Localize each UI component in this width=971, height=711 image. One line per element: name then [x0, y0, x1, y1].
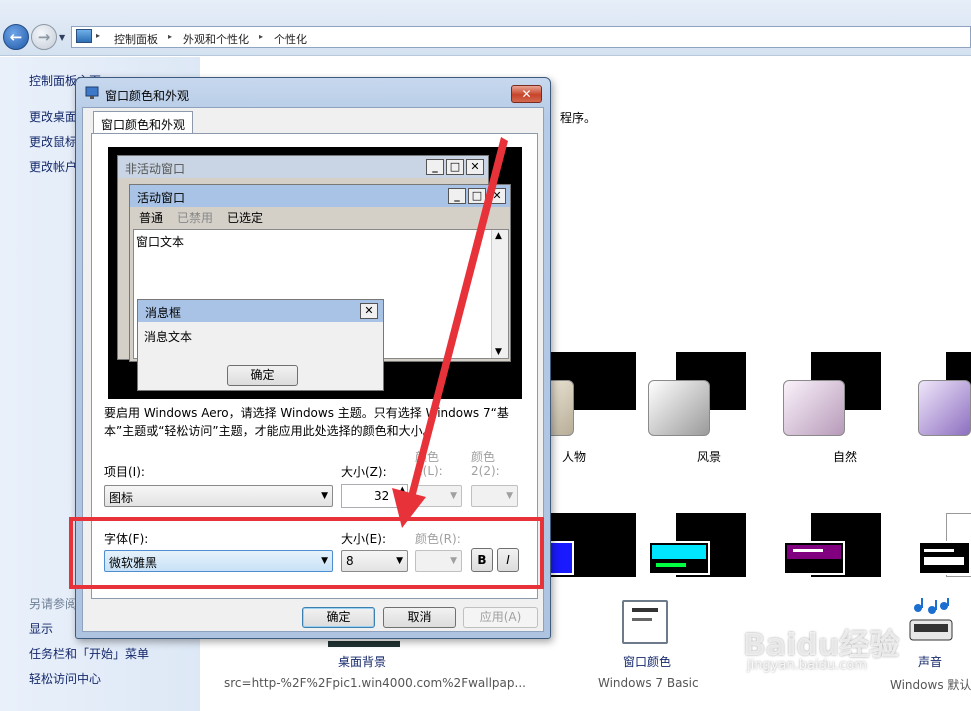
- active-window-title: 活动窗口: [137, 191, 186, 205]
- theme-thumb-partial[interactable]: [540, 352, 640, 442]
- history-dropdown-icon[interactable]: ▼: [59, 33, 65, 42]
- explorer-toolbar: ← → ▼ ▸ 控制面板 ▸ 外观和个性化 ▸ 个性化: [0, 0, 971, 56]
- color2-picker[interactable]: ▼: [471, 485, 518, 507]
- chevron-right-icon[interactable]: ▸: [96, 31, 100, 40]
- item-label: 项目(I):: [104, 465, 145, 479]
- basic-theme-thumb-4[interactable]: [918, 513, 971, 579]
- msgbox-ok-button[interactable]: 确定: [227, 365, 298, 386]
- chevron-down-icon: ▼: [506, 491, 513, 501]
- item-size-value: 32: [374, 489, 390, 503]
- taskbar-start-menu-link[interactable]: 任务栏和「开始」菜单: [29, 645, 149, 662]
- basic-theme-thumb-3[interactable]: [783, 513, 883, 579]
- close-icon: ✕: [360, 303, 378, 319]
- window-text: 窗口文本: [136, 235, 185, 249]
- close-icon: ✕: [488, 188, 506, 204]
- basic-theme-thumb-1[interactable]: [540, 513, 640, 579]
- msgbox-text: 消息文本: [144, 330, 193, 344]
- minimize-icon: _: [448, 188, 466, 204]
- msgbox-title: 消息框: [145, 306, 182, 320]
- desktop-background-thumb[interactable]: [328, 641, 400, 647]
- arrow-left-icon: ←: [9, 28, 23, 46]
- aero-info-line2: 本”主题或“轻松访问”主题，才能应用此处选择的颜色和大小。: [104, 424, 435, 438]
- chevron-right-icon[interactable]: ▸: [168, 32, 172, 41]
- aero-info-line1: 要启用 Windows Aero，请选择 Windows 主题。只有选择 Win…: [104, 406, 509, 420]
- maximize-icon: □: [468, 188, 486, 204]
- scroll-down-icon: ▼: [495, 347, 502, 357]
- desktop-background-link[interactable]: 桌面背景: [338, 653, 386, 670]
- theme-label-landscape: 风景: [697, 450, 722, 464]
- breadcrumb-control-panel[interactable]: 控制面板: [114, 31, 158, 47]
- item-size-label: 大小(Z):: [341, 465, 387, 479]
- item-value: 图标: [109, 491, 134, 505]
- spin-down-icon[interactable]: ▼: [400, 497, 405, 505]
- color1-label-a: 颜色: [415, 450, 440, 464]
- arrow-right-icon: →: [37, 28, 51, 46]
- menu-disabled: 已禁用: [177, 211, 214, 225]
- close-icon: ✕: [521, 87, 532, 101]
- sound-sub: Windows 默认: [890, 678, 971, 692]
- appearance-preview[interactable]: 非活动窗口 _ □ ✕ 活动窗口 _ □ ✕ 普通 已禁用 已选定 窗口文本 ▲…: [108, 147, 522, 399]
- minimize-icon: _: [426, 159, 444, 175]
- menu-selected: 已选定: [227, 211, 264, 225]
- sound-link[interactable]: 声音: [918, 653, 942, 670]
- preview-message-box[interactable]: 消息框 ✕ 消息文本 确定: [137, 299, 384, 391]
- color1-picker[interactable]: ▼: [415, 485, 462, 507]
- see-also-heading: 另请参阅: [29, 597, 78, 611]
- close-button[interactable]: ✕: [511, 85, 542, 103]
- desktop-background-source: src=http-%2F%2Fpic1.win4000.com%2Fwallpa…: [224, 676, 526, 690]
- color2-label-b: 2(2):: [471, 464, 500, 478]
- item-size-spinner[interactable]: 32 ▲ ▼: [341, 484, 408, 508]
- close-icon: ✕: [466, 159, 484, 175]
- scroll-up-icon: ▲: [495, 231, 502, 241]
- tab-window-color-appearance[interactable]: 窗口颜色和外观: [93, 111, 194, 134]
- address-bar[interactable]: ▸ 控制面板 ▸ 外观和个性化 ▸ 个性化: [71, 26, 971, 48]
- color2-label-a: 颜色: [471, 450, 496, 464]
- theme-thumb-landscape[interactable]: [783, 352, 883, 442]
- display-settings-icon: [85, 86, 99, 99]
- breadcrumb-personalization[interactable]: 个性化: [274, 31, 307, 47]
- ok-button[interactable]: 确定: [302, 607, 375, 628]
- sound-icon[interactable]: [906, 598, 956, 648]
- forward-button[interactable]: →: [31, 24, 57, 50]
- preview-scrollbar: ▲ ▼: [491, 230, 508, 358]
- window-color-sub: Windows 7 Basic: [598, 676, 699, 690]
- theme-label-people: 人物: [562, 450, 587, 464]
- cancel-button[interactable]: 取消: [383, 607, 456, 628]
- display-link[interactable]: 显示: [29, 620, 53, 637]
- baidu-watermark-url: jingyan.baidu.com: [747, 658, 867, 673]
- dialog-title: 窗口颜色和外观: [105, 89, 190, 103]
- chevron-right-icon[interactable]: ▸: [259, 32, 263, 41]
- item-select[interactable]: 图标 ▼: [104, 485, 333, 507]
- apply-button[interactable]: 应用(A): [463, 607, 538, 628]
- main-description: 程序。: [560, 111, 597, 125]
- theme-thumb-people[interactable]: [648, 352, 748, 442]
- ease-of-access-link[interactable]: 轻松访问中心: [29, 670, 101, 687]
- back-button[interactable]: ←: [3, 24, 29, 50]
- basic-theme-thumb-2[interactable]: [648, 513, 748, 579]
- spin-up-icon[interactable]: ▲: [400, 485, 405, 493]
- menu-normal: 普通: [139, 211, 164, 225]
- control-panel-icon: [76, 29, 92, 43]
- maximize-icon: □: [446, 159, 464, 175]
- theme-thumb-nature[interactable]: [918, 352, 971, 442]
- breadcrumb-appearance[interactable]: 外观和个性化: [183, 31, 249, 47]
- color1-label-b: 1(L):: [415, 464, 443, 478]
- chevron-down-icon: ▼: [321, 491, 328, 501]
- theme-label-nature: 自然: [833, 450, 858, 464]
- window-color-link[interactable]: 窗口颜色: [623, 653, 671, 670]
- inactive-window-title: 非活动窗口: [125, 162, 186, 176]
- chevron-down-icon: ▼: [450, 491, 457, 501]
- window-color-icon[interactable]: [622, 600, 668, 644]
- font-row-highlight: [69, 517, 544, 589]
